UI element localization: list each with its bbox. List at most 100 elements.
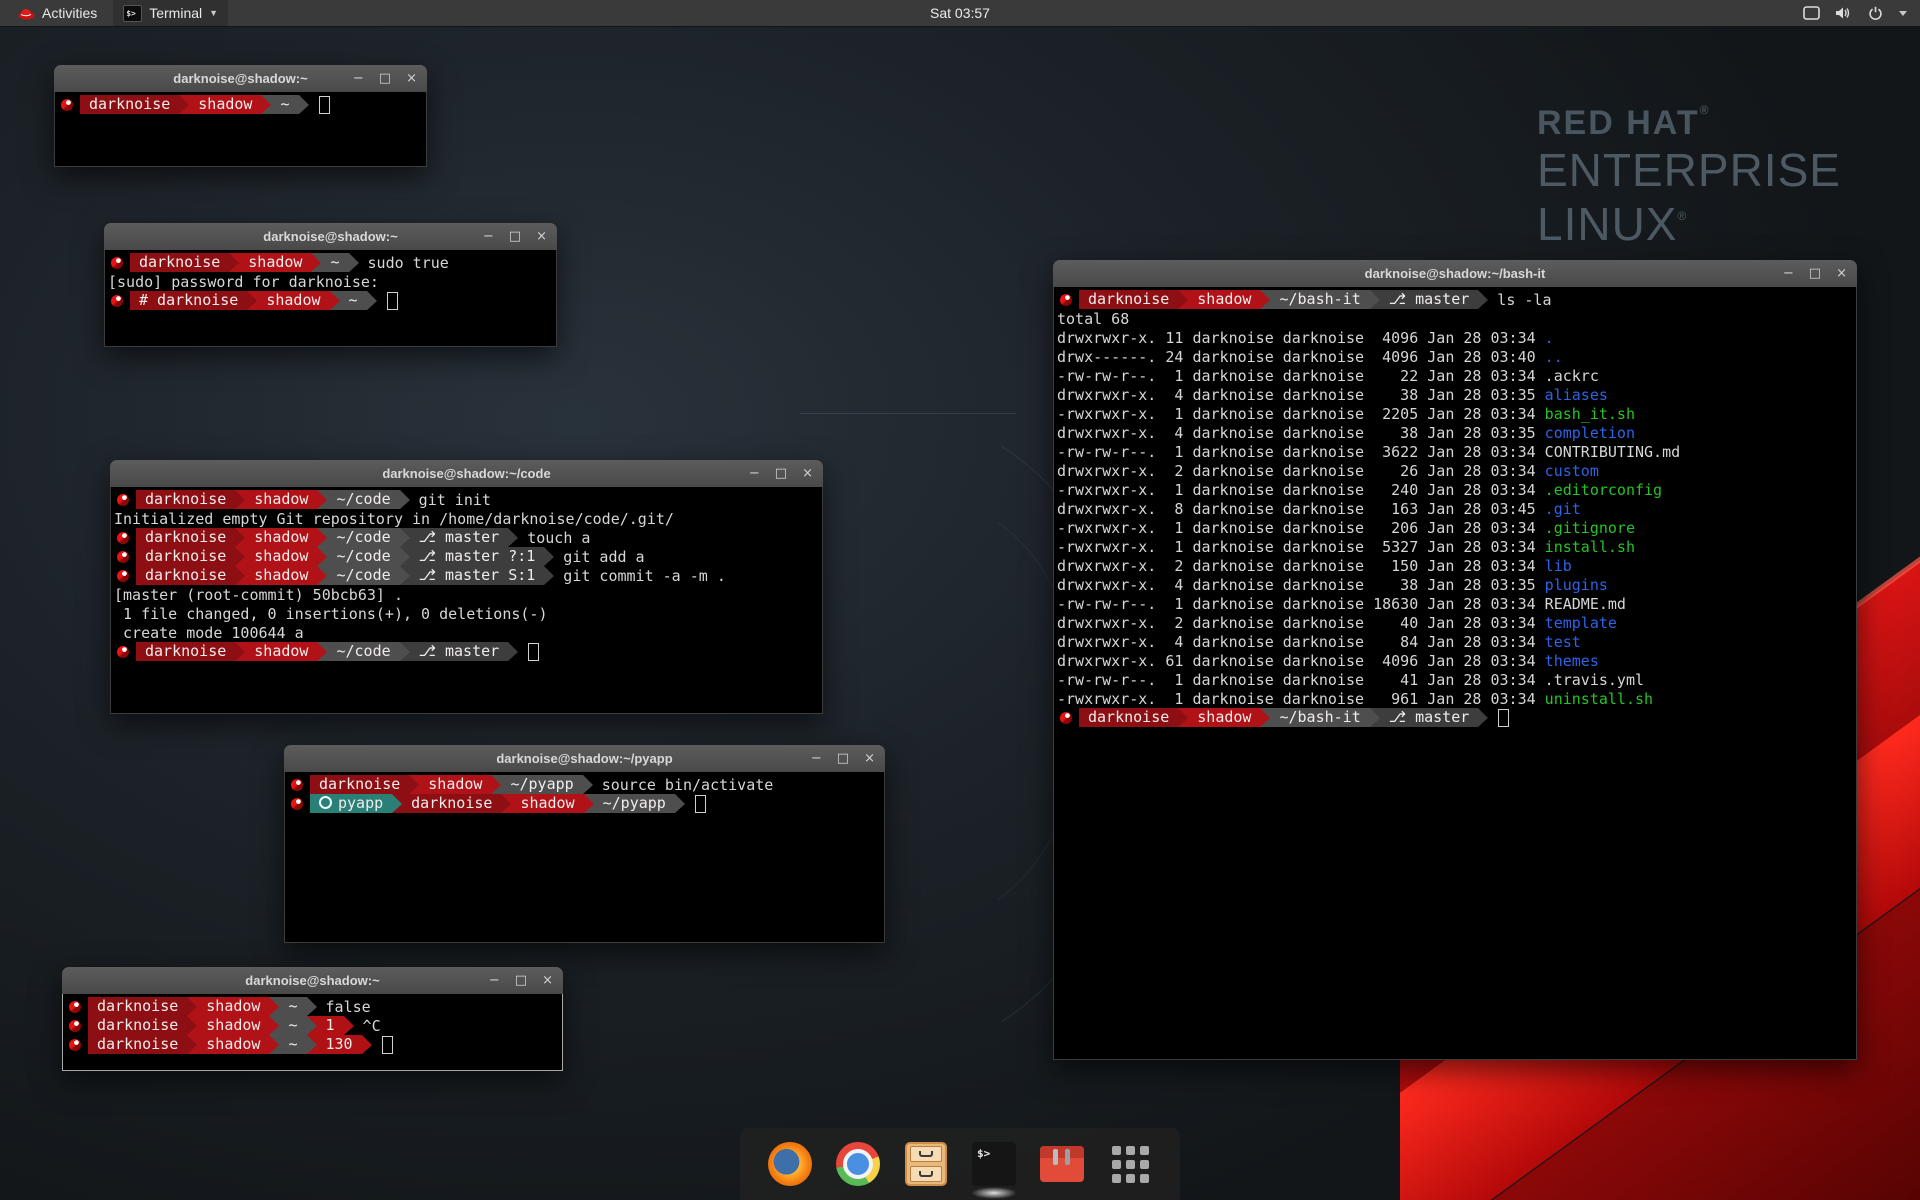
minimize-button[interactable]: − — [353, 65, 364, 92]
minimize-button[interactable]: − — [1783, 260, 1794, 287]
close-button[interactable]: × — [536, 223, 547, 250]
output-line: drwxrwxr-x. 4 darknoise darknoise 38 Jan… — [1057, 575, 1856, 594]
prompt-segment: ~/bash-it — [1270, 708, 1369, 727]
powerline-separator — [392, 794, 402, 813]
output-line: 1 file changed, 0 insertions(+), 0 delet… — [114, 604, 822, 623]
terminal-content[interactable]: darknoiseshadow~/pyapp source bin/activa… — [284, 772, 885, 943]
minimize-button[interactable]: − — [749, 460, 760, 487]
power-icon[interactable] — [1868, 6, 1883, 21]
maximize-button[interactable]: □ — [379, 65, 391, 92]
focused-app-menu[interactable]: $> Terminal ▼ — [113, 0, 228, 26]
window-titlebar[interactable]: darknoise@shadow:~/code − □ × — [110, 460, 823, 488]
terminal-icon: $> — [972, 1142, 1016, 1186]
output-line: total 68 — [1057, 309, 1856, 328]
output-text: CONTRIBUTING.md — [1545, 443, 1680, 461]
powerline-separator — [409, 775, 419, 794]
prompt-segment: ⎇ master — [410, 528, 509, 547]
powerline-separator — [362, 1035, 372, 1054]
python-icon — [319, 796, 332, 809]
terminal-content[interactable]: darknoiseshadow~ falsedarknoiseshadow~1 … — [62, 994, 563, 1071]
dock-item-terminal[interactable]: $> — [971, 1141, 1017, 1187]
redhat-icon — [291, 779, 303, 791]
minimize-button[interactable]: − — [483, 223, 494, 250]
window-title: darknoise@shadow:~ — [263, 229, 397, 244]
dock-item-files[interactable] — [903, 1141, 949, 1187]
powerline-separator — [187, 997, 197, 1016]
maximize-button[interactable]: □ — [515, 967, 527, 994]
prompt-segment: ⎇ master — [1380, 708, 1479, 727]
output-text: . — [1545, 329, 1554, 347]
output-text: drwxrwxr-x. 4 darknoise darknoise 38 Jan… — [1057, 424, 1545, 442]
prompt-segment: ~/code — [327, 490, 399, 509]
close-button[interactable]: × — [802, 460, 813, 487]
close-button[interactable]: × — [542, 967, 553, 994]
clock[interactable]: Sat 03:57 — [930, 5, 990, 21]
powerline-separator — [584, 794, 594, 813]
prompt-segment: darknoise — [88, 1035, 187, 1054]
prompt-segment: ⎇ master S:1 — [410, 566, 545, 585]
prompt-segment: shadow — [1188, 708, 1260, 727]
prompt-line: darknoiseshadow~ — [58, 95, 426, 114]
output-line: Initialized empty Git repository in /hom… — [114, 509, 822, 528]
output-line: -rwxrwxr-x. 1 darknoise darknoise 5327 J… — [1057, 537, 1856, 556]
powerline-separator — [501, 794, 511, 813]
output-text: test — [1545, 633, 1581, 651]
close-button[interactable]: × — [864, 745, 875, 772]
dock-item-toolbox[interactable] — [1039, 1141, 1085, 1187]
powerline-separator — [247, 291, 257, 310]
window-titlebar[interactable]: darknoise@shadow:~ − □ × — [62, 967, 563, 995]
terminal-content[interactable]: darknoiseshadow~ sudo true[sudo] passwor… — [104, 250, 557, 347]
output-line: -rw-rw-r--. 1 darknoise darknoise 22 Jan… — [1057, 366, 1856, 385]
minimize-button[interactable]: − — [811, 745, 822, 772]
powerline-separator — [307, 1016, 317, 1035]
powerline-separator — [1178, 708, 1188, 727]
prompt-segment: darknoise — [88, 1016, 187, 1035]
powerline-separator — [583, 775, 593, 794]
output-line: drwx------. 24 darknoise darknoise 4096 … — [1057, 347, 1856, 366]
output-line: -rwxrwxr-x. 1 darknoise darknoise 2205 J… — [1057, 404, 1856, 423]
output-line: -rw-rw-r--. 1 darknoise darknoise 3622 J… — [1057, 442, 1856, 461]
maximize-button[interactable]: □ — [837, 745, 849, 772]
output-text: .gitignore — [1545, 519, 1635, 537]
output-text: install.sh — [1545, 538, 1635, 556]
terminal-content[interactable]: darknoiseshadow~ — [54, 92, 427, 167]
redhat-icon — [1060, 294, 1072, 306]
window-titlebar[interactable]: darknoise@shadow:~ − □ × — [104, 223, 557, 251]
close-button[interactable]: × — [1836, 260, 1847, 287]
prompt-line: darknoiseshadow~/code⎇ master touch a — [114, 528, 822, 547]
output-line: -rw-rw-r--. 1 darknoise darknoise 18630 … — [1057, 594, 1856, 613]
powerline-separator — [367, 291, 377, 310]
prompt-segment: ~ — [279, 997, 306, 1016]
powerline-separator — [349, 253, 359, 272]
minimize-button[interactable]: − — [489, 967, 500, 994]
maximize-button[interactable]: □ — [775, 460, 787, 487]
prompt-segment: darknoise — [80, 95, 179, 114]
dock-item-app-grid[interactable] — [1107, 1141, 1153, 1187]
dock-item-chrome[interactable] — [835, 1141, 881, 1187]
window-titlebar[interactable]: darknoise@shadow:~ − □ × — [54, 65, 427, 93]
window-titlebar[interactable]: darknoise@shadow:~/pyapp − □ × — [284, 745, 885, 773]
maximize-button[interactable]: □ — [1809, 260, 1821, 287]
powerline-separator — [311, 253, 321, 272]
terminal-content[interactable]: darknoiseshadow~/bash-it⎇ master ls -lat… — [1053, 287, 1857, 1060]
prompt-segment: darknoise — [310, 775, 409, 794]
prompt-segment: ~ — [340, 291, 367, 310]
powerline-separator — [307, 1035, 317, 1054]
prompt-segment: ~/pyapp — [501, 775, 582, 794]
powerline-separator — [1178, 290, 1188, 309]
powerline-separator — [235, 566, 245, 585]
chevron-down-icon[interactable] — [1898, 9, 1908, 17]
screen-share-icon[interactable] — [1803, 6, 1820, 20]
output-line: drwxrwxr-x. 4 darknoise darknoise 84 Jan… — [1057, 632, 1856, 651]
activities-button[interactable]: Activities — [10, 0, 105, 26]
terminal-content[interactable]: darknoiseshadow~/code git initInitialize… — [110, 487, 823, 714]
prompt-segment: darknoise — [136, 566, 235, 585]
maximize-button[interactable]: □ — [509, 223, 521, 250]
window-titlebar[interactable]: darknoise@shadow:~/bash-it − □ × — [1053, 260, 1857, 288]
dock-item-firefox[interactable] — [767, 1141, 813, 1187]
powerline-separator — [675, 794, 685, 813]
volume-icon[interactable] — [1835, 6, 1853, 20]
redhat-icon — [117, 646, 129, 658]
close-button[interactable]: × — [406, 65, 417, 92]
powerline-separator — [400, 547, 410, 566]
